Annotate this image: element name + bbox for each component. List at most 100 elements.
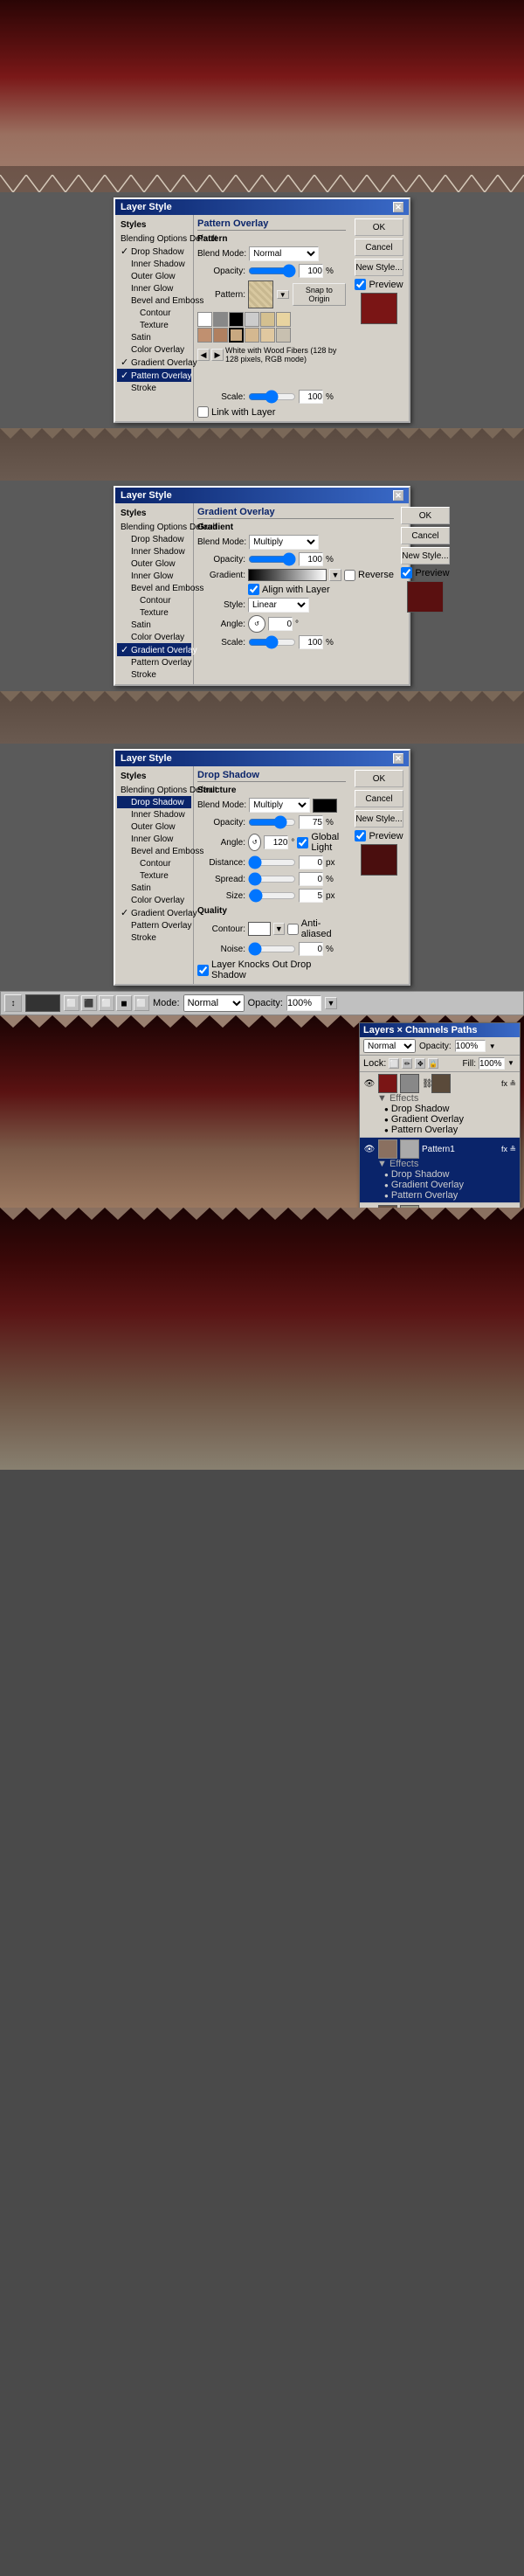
- cancel-btn-2[interactable]: Cancel: [401, 527, 450, 544]
- effect-gradient-overlay-2[interactable]: ●Gradient Overlay: [377, 1180, 516, 1190]
- style-texture-3[interactable]: Texture: [117, 869, 191, 882]
- link-layer-cb-1[interactable]: [197, 406, 209, 418]
- mode-select[interactable]: Normal: [183, 994, 245, 1012]
- scale-value-2[interactable]: [299, 635, 323, 649]
- close-icon-3[interactable]: ✕: [393, 753, 403, 764]
- new-style-btn-3[interactable]: New Style...: [355, 810, 403, 828]
- angle-dial-3[interactable]: ↺: [248, 834, 261, 851]
- ok-btn-1[interactable]: OK: [355, 218, 403, 236]
- fill-value[interactable]: [479, 1057, 505, 1070]
- style-innershadow-3[interactable]: Inner Shadow: [117, 808, 191, 821]
- style-bevel-2[interactable]: Bevel and Emboss: [117, 582, 191, 594]
- blend-icon-2[interactable]: ⬛: [81, 995, 97, 1011]
- style-outerglow-3[interactable]: Outer Glow: [117, 821, 191, 833]
- cancel-btn-3[interactable]: Cancel: [355, 790, 403, 807]
- style-patternoverlay-2[interactable]: Pattern Overlay: [117, 656, 191, 668]
- opacity-input[interactable]: [286, 995, 321, 1011]
- opacity-slider-3[interactable]: [248, 818, 296, 827]
- gradient-preview-2[interactable]: [248, 569, 327, 581]
- effect-drop-shadow-2[interactable]: ●Drop Shadow: [377, 1169, 516, 1180]
- blend-mode-select-3[interactable]: Multiply: [249, 798, 310, 813]
- style-select-2[interactable]: Linear: [248, 598, 309, 613]
- angle-value-2[interactable]: [268, 617, 293, 631]
- opacity-slider-1[interactable]: [248, 267, 296, 275]
- style-contour-3[interactable]: Contour: [117, 857, 191, 869]
- align-cb[interactable]: [248, 584, 259, 595]
- ok-btn-2[interactable]: OK: [401, 507, 450, 524]
- new-style-btn-2[interactable]: New Style...: [401, 547, 450, 564]
- style-coloroverlay-1[interactable]: Color Overlay: [117, 343, 191, 356]
- opacity-arr[interactable]: ▼: [489, 1042, 498, 1050]
- angle-dial-2[interactable]: ↺: [248, 615, 265, 633]
- new-style-btn-1[interactable]: New Style...: [355, 259, 403, 276]
- anti-alias-cb[interactable]: [287, 924, 299, 935]
- eye-icon-2[interactable]: 👁: [363, 1143, 376, 1155]
- opacity-value-1[interactable]: [299, 264, 323, 278]
- angle-value-3[interactable]: [264, 835, 288, 849]
- pattern-thumb[interactable]: [248, 280, 273, 308]
- style-innerglow-3[interactable]: Inner Glow: [117, 833, 191, 845]
- pattern-arrow-btn[interactable]: ▼: [277, 290, 289, 299]
- blend-icon-5[interactable]: ⬜: [134, 995, 149, 1011]
- style-outerglow-2[interactable]: Outer Glow: [117, 557, 191, 570]
- style-coloroverlay-2[interactable]: Color Overlay: [117, 631, 191, 643]
- scale-slider-1[interactable]: [248, 392, 296, 401]
- style-dropshadow-3[interactable]: Drop Shadow: [117, 796, 191, 808]
- style-innershadow-2[interactable]: Inner Shadow: [117, 545, 191, 557]
- effect-pattern-overlay-2[interactable]: ●Pattern Overlay: [377, 1190, 516, 1201]
- size-value[interactable]: [299, 889, 323, 903]
- effect-gradient-overlay-1[interactable]: ●Gradient Overlay: [377, 1114, 516, 1125]
- style-gradientoverlay-2[interactable]: ✓Gradient Overlay: [117, 643, 191, 656]
- contour-arrow[interactable]: ▼: [273, 923, 285, 935]
- style-contour-1[interactable]: Contour: [117, 307, 191, 319]
- opacity-slider-2[interactable]: [248, 555, 296, 564]
- style-bevel-1[interactable]: Bevel and Emboss: [117, 294, 191, 307]
- style-stroke-3[interactable]: Stroke: [117, 931, 191, 944]
- snap-origin-btn[interactable]: Snap to Origin: [293, 283, 346, 306]
- size-slider[interactable]: [248, 891, 296, 900]
- lock-all-icon[interactable]: 🔒: [428, 1058, 438, 1069]
- prev-arrow-btn[interactable]: ◀: [197, 349, 210, 361]
- tool-icon-1[interactable]: ↕: [4, 994, 22, 1012]
- distance-slider[interactable]: [248, 858, 296, 867]
- blend-icon-4[interactable]: ◼: [116, 995, 132, 1011]
- style-satin-3[interactable]: Satin: [117, 882, 191, 894]
- blend-mode-select-1[interactable]: Normal: [249, 246, 319, 261]
- blend-icon-1[interactable]: ⬜: [64, 995, 79, 1011]
- distance-value[interactable]: [299, 855, 323, 869]
- style-dropshadow-1[interactable]: ✓Drop Shadow: [117, 245, 191, 258]
- ok-btn-3[interactable]: OK: [355, 770, 403, 787]
- style-dropshadow-2[interactable]: Drop Shadow: [117, 533, 191, 545]
- next-arrow-btn[interactable]: ▶: [211, 349, 224, 361]
- eye-icon-1[interactable]: 👁: [363, 1077, 376, 1090]
- preview-cb-2[interactable]: [401, 567, 412, 578]
- style-blending-3[interactable]: Blending Options Default: [117, 785, 191, 796]
- lock-image-icon[interactable]: ✏: [402, 1058, 412, 1069]
- preview-cb-1[interactable]: [355, 279, 366, 290]
- effect-pattern-overlay-1[interactable]: ●Pattern Overlay: [377, 1125, 516, 1135]
- style-innershadow-1[interactable]: Inner Shadow: [117, 258, 191, 270]
- style-satin-2[interactable]: Satin: [117, 619, 191, 631]
- opacity-value-3[interactable]: [299, 815, 323, 829]
- opacity-value-2[interactable]: [299, 552, 323, 566]
- style-innerglow-1[interactable]: Inner Glow: [117, 282, 191, 294]
- style-contour-2[interactable]: Contour: [117, 594, 191, 606]
- effect-drop-shadow-1[interactable]: ●Drop Shadow: [377, 1104, 516, 1114]
- style-blending-2[interactable]: Blending Options Default: [117, 522, 191, 533]
- opacity-arrow[interactable]: ▼: [325, 997, 337, 1009]
- style-blending-1[interactable]: Blending Options Default: [117, 233, 191, 245]
- layers-blend-mode[interactable]: Normal: [363, 1039, 416, 1053]
- blend-icon-3[interactable]: ⬜: [99, 995, 114, 1011]
- fill-arrow[interactable]: ▼: [507, 1059, 516, 1068]
- blend-mode-select-2[interactable]: Multiply: [249, 535, 319, 550]
- style-satin-1[interactable]: Satin: [117, 331, 191, 343]
- layer-knocks-cb[interactable]: [197, 965, 209, 976]
- style-bevel-3[interactable]: Bevel and Emboss: [117, 845, 191, 857]
- scale-slider-2[interactable]: [248, 638, 296, 647]
- lock-position-icon[interactable]: ✥: [415, 1058, 425, 1069]
- close-icon-2[interactable]: ✕: [393, 490, 403, 501]
- scale-value-1[interactable]: [299, 390, 323, 404]
- style-texture-1[interactable]: Texture: [117, 319, 191, 331]
- contour-preview[interactable]: [248, 922, 271, 936]
- noise-value[interactable]: [299, 942, 323, 956]
